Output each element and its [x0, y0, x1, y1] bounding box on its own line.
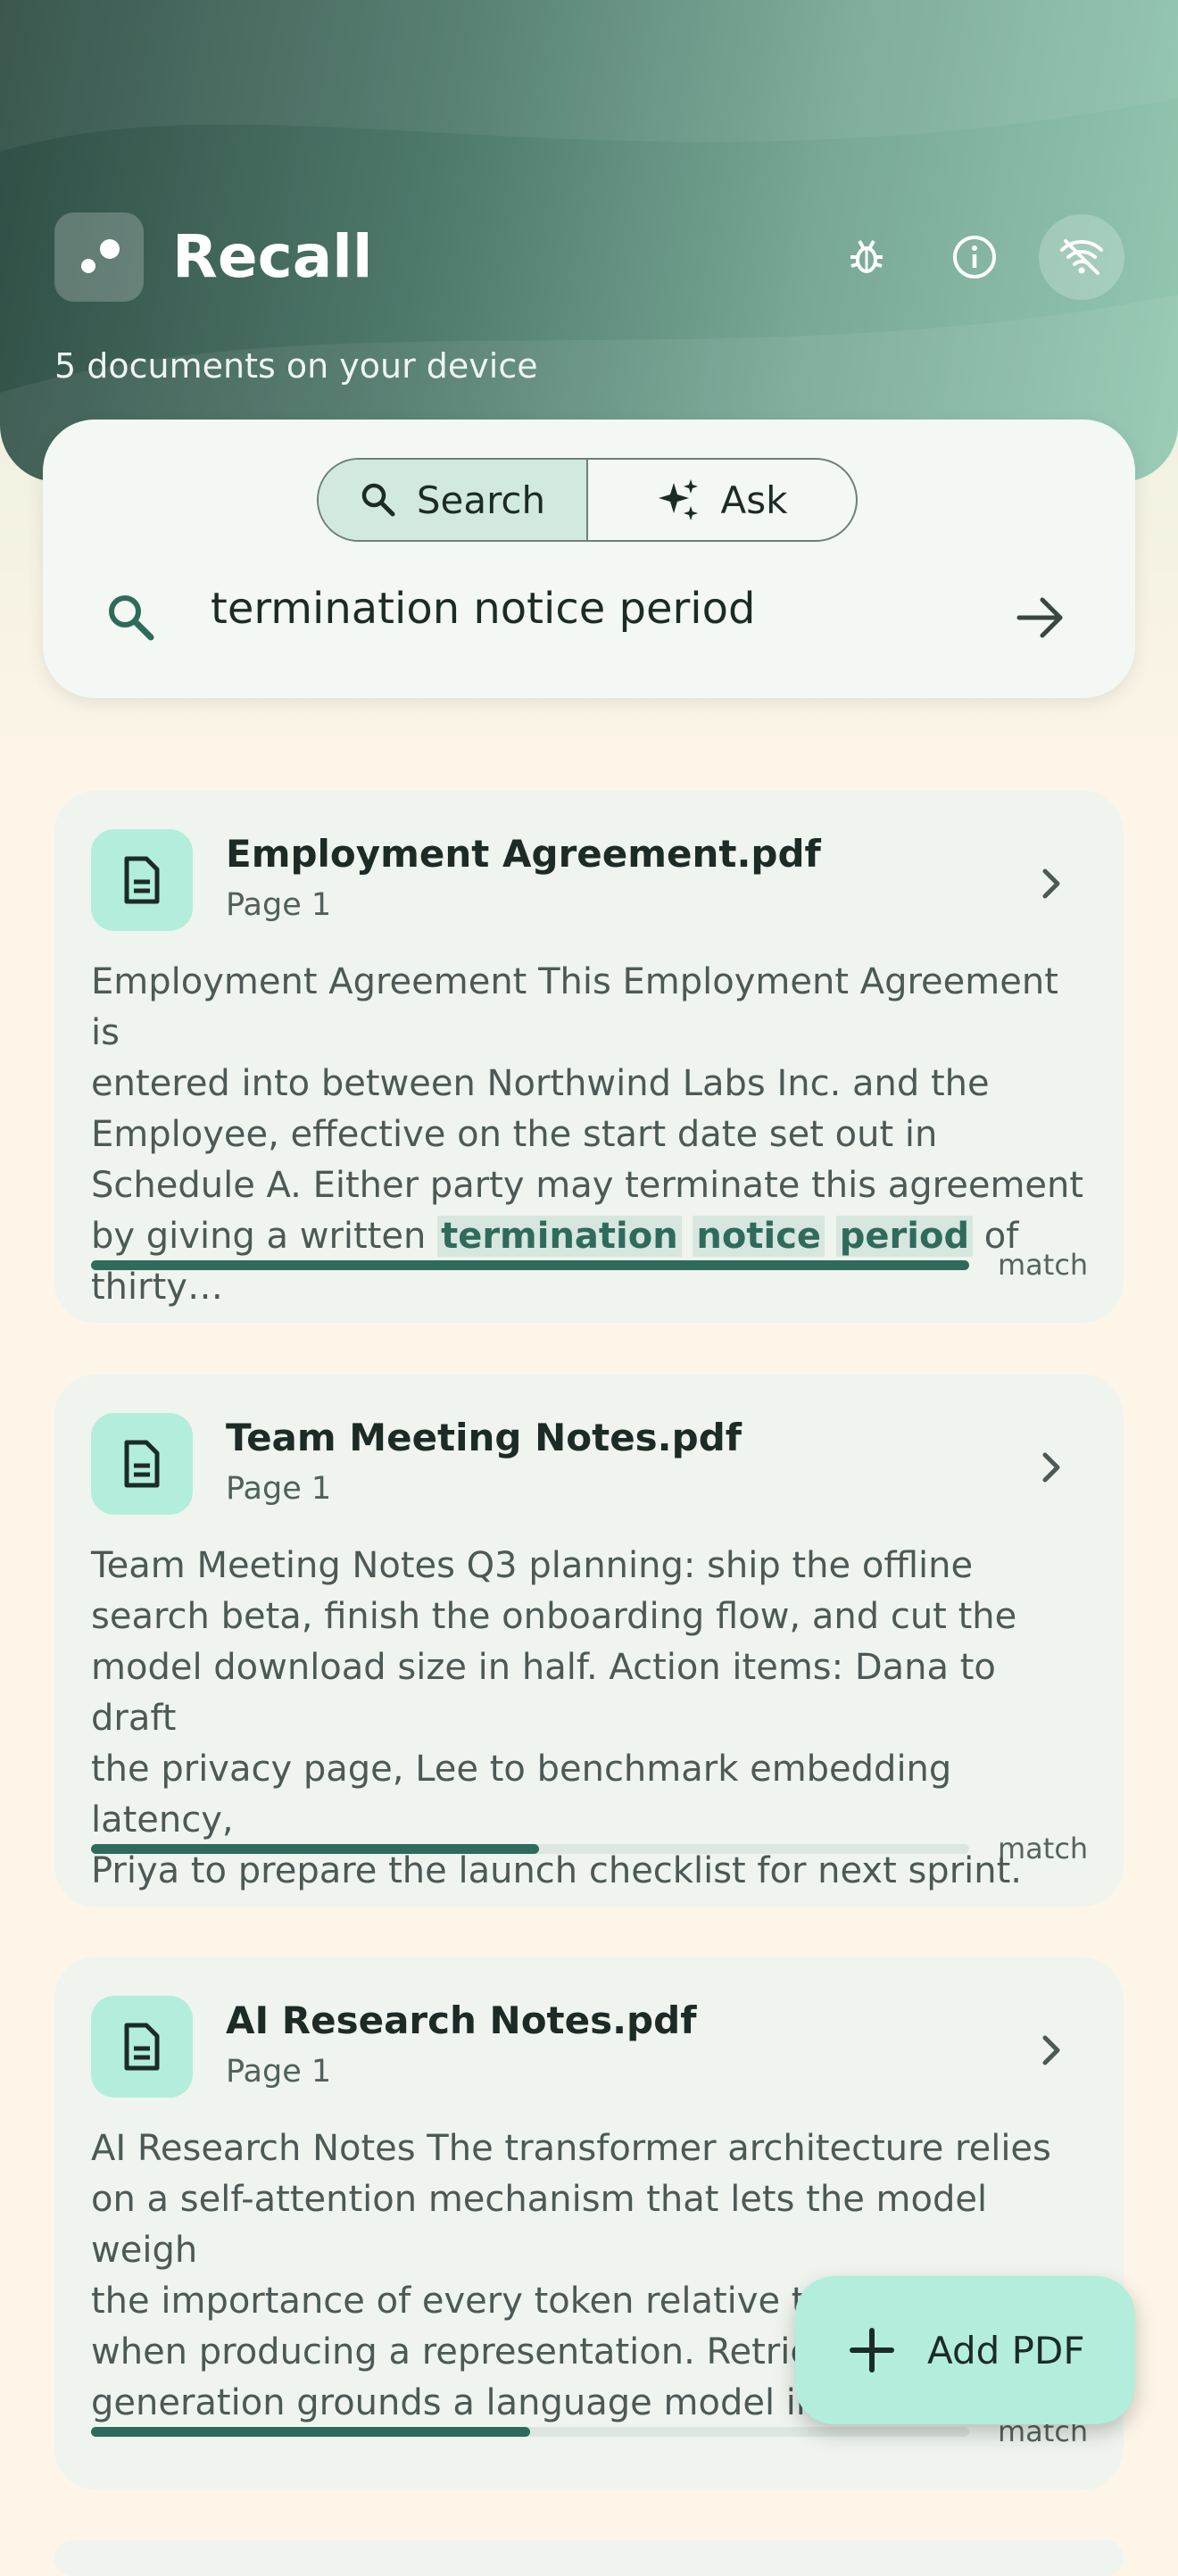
search-input[interactable]: termination notice period: [211, 582, 755, 636]
wifi-off-icon: [1060, 239, 1103, 275]
result-card[interactable]: Employment Agreement.pdf Page 1 Employme…: [54, 791, 1124, 1323]
info-icon: [953, 236, 996, 278]
app-title: Recall: [172, 222, 373, 291]
match-bar: [91, 2427, 969, 2437]
document-title: AI Research Notes.pdf: [226, 1998, 697, 2042]
query-highlight: period: [835, 1216, 974, 1257]
add-pdf-button[interactable]: Add PDF: [795, 2276, 1135, 2424]
chevron-right-icon: [1042, 1452, 1060, 1483]
sparkle-icon: [658, 479, 698, 520]
match-bar-fill: [91, 1844, 539, 1854]
offline-status-button[interactable]: [1039, 214, 1124, 300]
ask-mode-tab[interactable]: Ask: [588, 460, 856, 540]
match-bar: [91, 1844, 969, 1854]
document-count: 5 documents on your device: [54, 346, 538, 386]
mode-toggle: Search Ask: [317, 458, 858, 542]
document-page: Page 1: [226, 887, 332, 923]
plus-icon: [850, 2328, 894, 2372]
arrow-right-icon: [1016, 597, 1063, 638]
add-pdf-label: Add PDF: [927, 2328, 1085, 2372]
match-bar: [91, 1260, 969, 1270]
document-icon: [91, 1996, 193, 2098]
document-title: Employment Agreement.pdf: [226, 832, 821, 876]
app-logo: [54, 212, 144, 302]
search-mode-tab[interactable]: Search: [319, 460, 588, 540]
search-mode-label: Search: [416, 478, 546, 522]
chevron-right-icon: [1042, 868, 1060, 899]
submit-search-button[interactable]: [1014, 591, 1067, 648]
match-bar-fill: [91, 2427, 530, 2437]
query-search-icon: [104, 591, 158, 648]
app-header: Recall 5 documents on your device: [0, 0, 1178, 482]
ask-mode-label: Ask: [720, 478, 788, 522]
result-card[interactable]: [54, 2540, 1124, 2576]
match-label: match: [998, 1248, 1089, 1282]
search-icon: [361, 483, 395, 517]
query-highlight: notice: [693, 1216, 825, 1257]
document-title: Team Meeting Notes.pdf: [226, 1416, 742, 1459]
query-highlight: termination: [437, 1216, 682, 1257]
chevron-right-icon: [1042, 2035, 1060, 2065]
info-button[interactable]: [932, 214, 1017, 300]
result-card[interactable]: Team Meeting Notes.pdf Page 1 Team Meeti…: [54, 1375, 1124, 1907]
document-page: Page 1: [226, 1471, 332, 1507]
match-bar-fill: [91, 1260, 969, 1270]
match-label: match: [998, 1832, 1089, 1866]
document-page: Page 1: [226, 2054, 332, 2090]
document-icon: [91, 829, 193, 931]
document-icon: [91, 1413, 193, 1515]
bug-icon: [850, 240, 883, 273]
bug-report-button[interactable]: [824, 214, 909, 300]
